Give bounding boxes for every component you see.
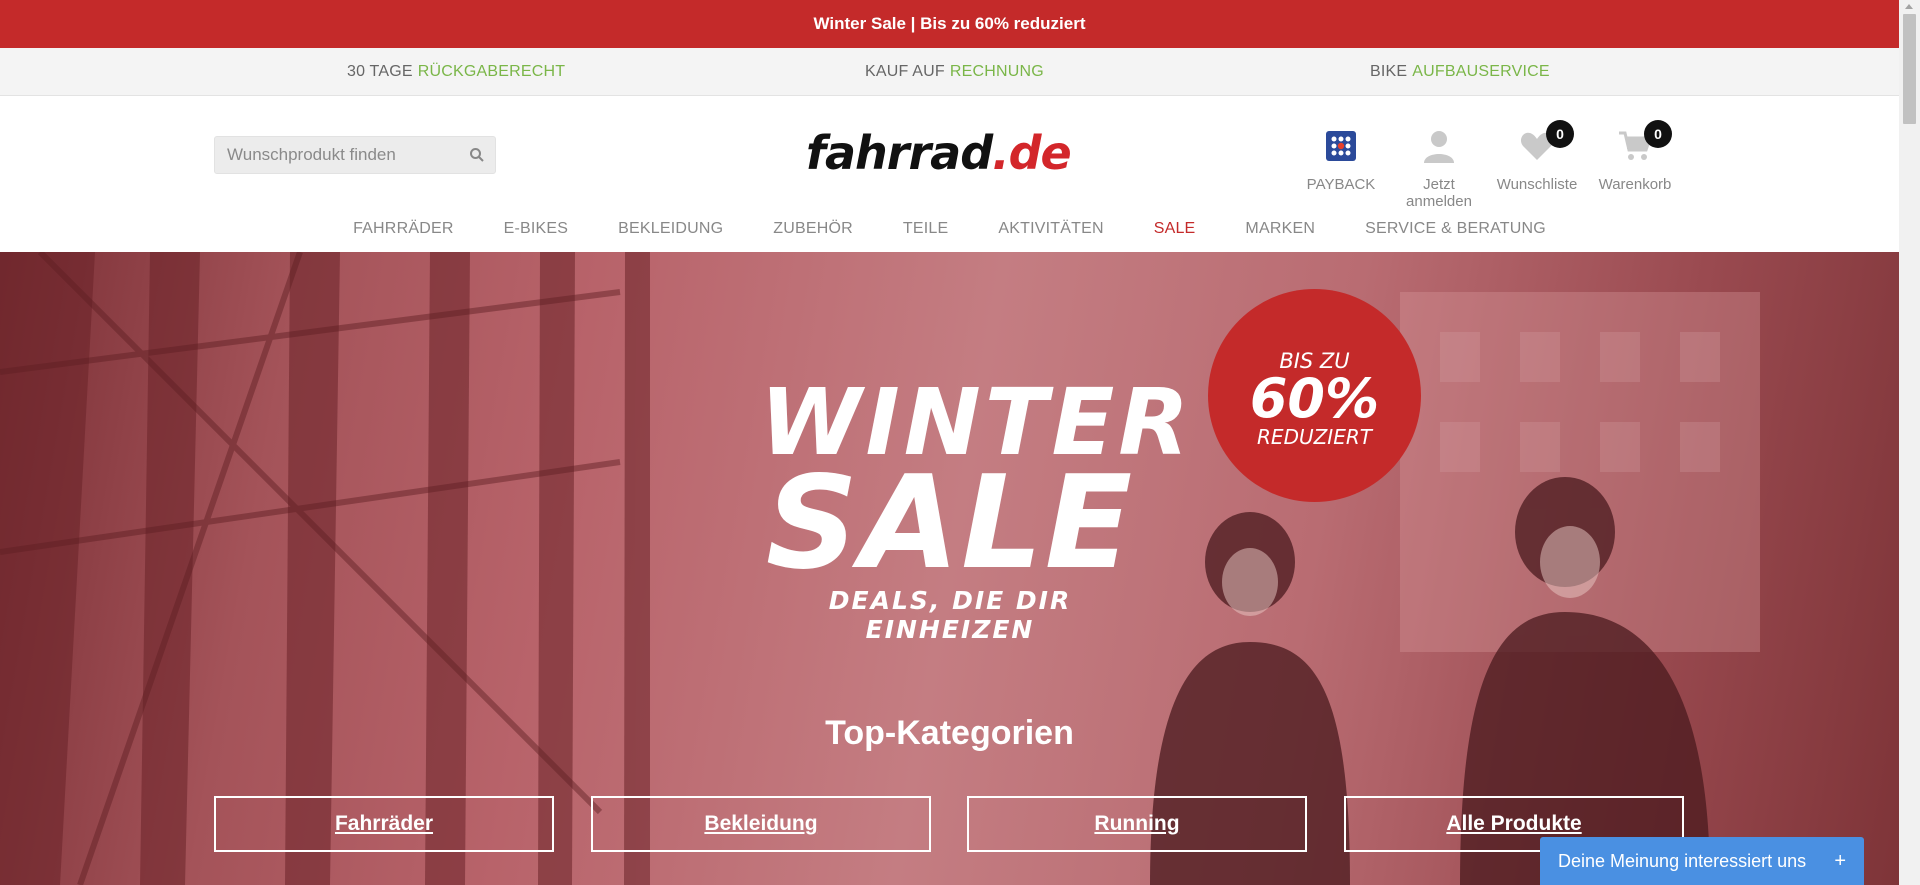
usp-invoice: KAUF AUF RECHNUNG	[865, 48, 1044, 96]
hero-banner[interactable]: WINTER SALE DEALS, DIE DIR EINHEIZEN BIS…	[0, 252, 1899, 885]
scrollbar-thumb[interactable]	[1903, 14, 1916, 124]
usp-prefix: KAUF AUF	[865, 63, 945, 80]
category-button-running[interactable]: Running	[967, 796, 1307, 852]
payback-label: PAYBACK	[1306, 176, 1376, 193]
feedback-widget[interactable]: Deine Meinung interessiert uns +	[1540, 837, 1864, 885]
top-categories-title: Top-Kategorien	[825, 714, 1074, 752]
cart-icon: 0	[1588, 120, 1682, 166]
search-input[interactable]	[215, 145, 455, 165]
category-button-fahrraeder[interactable]: Fahrräder	[214, 796, 554, 852]
usp-highlight: AUFBAUSERVICE	[1412, 63, 1550, 80]
wishlist-link[interactable]: 0 Wunschliste	[1490, 120, 1584, 193]
discount-badge-bottom: REDUZIERT	[1257, 425, 1372, 449]
payback-icon	[1294, 126, 1388, 166]
cart-label: Warenkorb	[1598, 176, 1672, 193]
discount-badge: BIS ZU 60% REDUZIERT	[1208, 289, 1421, 502]
user-icon	[1392, 126, 1486, 166]
main-nav: FAHRRÄDER E-BIKES BEKLEIDUNG ZUBEHÖR TEI…	[0, 211, 1899, 251]
login-label: Jetzt anmelden	[1406, 176, 1472, 210]
hero-title-line2: SALE	[765, 449, 1135, 598]
usp-return: 30 TAGE RÜCKGABERECHT	[347, 48, 565, 96]
feedback-label[interactable]: Deine Meinung interessiert uns	[1558, 851, 1806, 872]
usp-highlight: RÜCKGABERECHT	[417, 63, 566, 80]
discount-badge-value: 60%	[1249, 367, 1380, 430]
plus-icon[interactable]: +	[1834, 850, 1846, 873]
logo-name: fahrrad	[806, 126, 993, 180]
wishlist-count-badge: 0	[1546, 120, 1574, 148]
cart-link[interactable]: 0 Warenkorb	[1588, 120, 1682, 193]
nav-item-fahrraeder[interactable]: FAHRRÄDER	[328, 211, 478, 251]
site-logo[interactable]: fahrrad.de	[806, 126, 1072, 180]
search-icon[interactable]	[469, 147, 485, 163]
nav-item-teile[interactable]: TEILE	[878, 211, 973, 251]
search-box[interactable]	[214, 136, 496, 174]
hero-title: WINTER SALE DEALS, DIE DIR EINHEIZEN	[760, 377, 1189, 645]
promo-bar-text[interactable]: Winter Sale | Bis zu 60% reduziert	[814, 14, 1086, 34]
category-button-bekleidung[interactable]: Bekleidung	[591, 796, 931, 852]
usp-bar: 30 TAGE RÜCKGABERECHT KAUF AUF RECHNUNG …	[0, 48, 1899, 96]
wishlist-label: Wunschliste	[1496, 176, 1578, 193]
usp-prefix: 30 TAGE	[347, 63, 413, 80]
nav-item-e-bikes[interactable]: E-BIKES	[479, 211, 594, 251]
nav-item-zubehoer[interactable]: ZUBEHÖR	[748, 211, 878, 251]
nav-item-marken[interactable]: MARKEN	[1220, 211, 1340, 251]
payback-link[interactable]: PAYBACK	[1294, 126, 1388, 193]
promo-bar[interactable]: Winter Sale | Bis zu 60% reduziert	[0, 0, 1899, 48]
logo-tld: .de	[992, 126, 1072, 180]
usp-highlight: RECHNUNG	[949, 63, 1044, 80]
page-scrollbar[interactable]	[1899, 0, 1920, 885]
login-link[interactable]: Jetzt anmelden	[1392, 126, 1486, 210]
usp-prefix: BIKE	[1370, 63, 1408, 80]
nav-item-aktivitaeten[interactable]: AKTIVITÄTEN	[973, 211, 1128, 251]
nav-item-service[interactable]: SERVICE & BERATUNG	[1340, 211, 1571, 251]
nav-item-bekleidung[interactable]: BEKLEIDUNG	[593, 211, 748, 251]
nav-item-sale[interactable]: SALE	[1129, 211, 1221, 251]
heart-icon: 0	[1490, 120, 1584, 166]
usp-assembly: BIKE AUFBAUSERVICE	[1370, 48, 1550, 96]
scroll-up-arrow-icon[interactable]	[1905, 4, 1913, 9]
cart-count-badge: 0	[1644, 120, 1672, 148]
